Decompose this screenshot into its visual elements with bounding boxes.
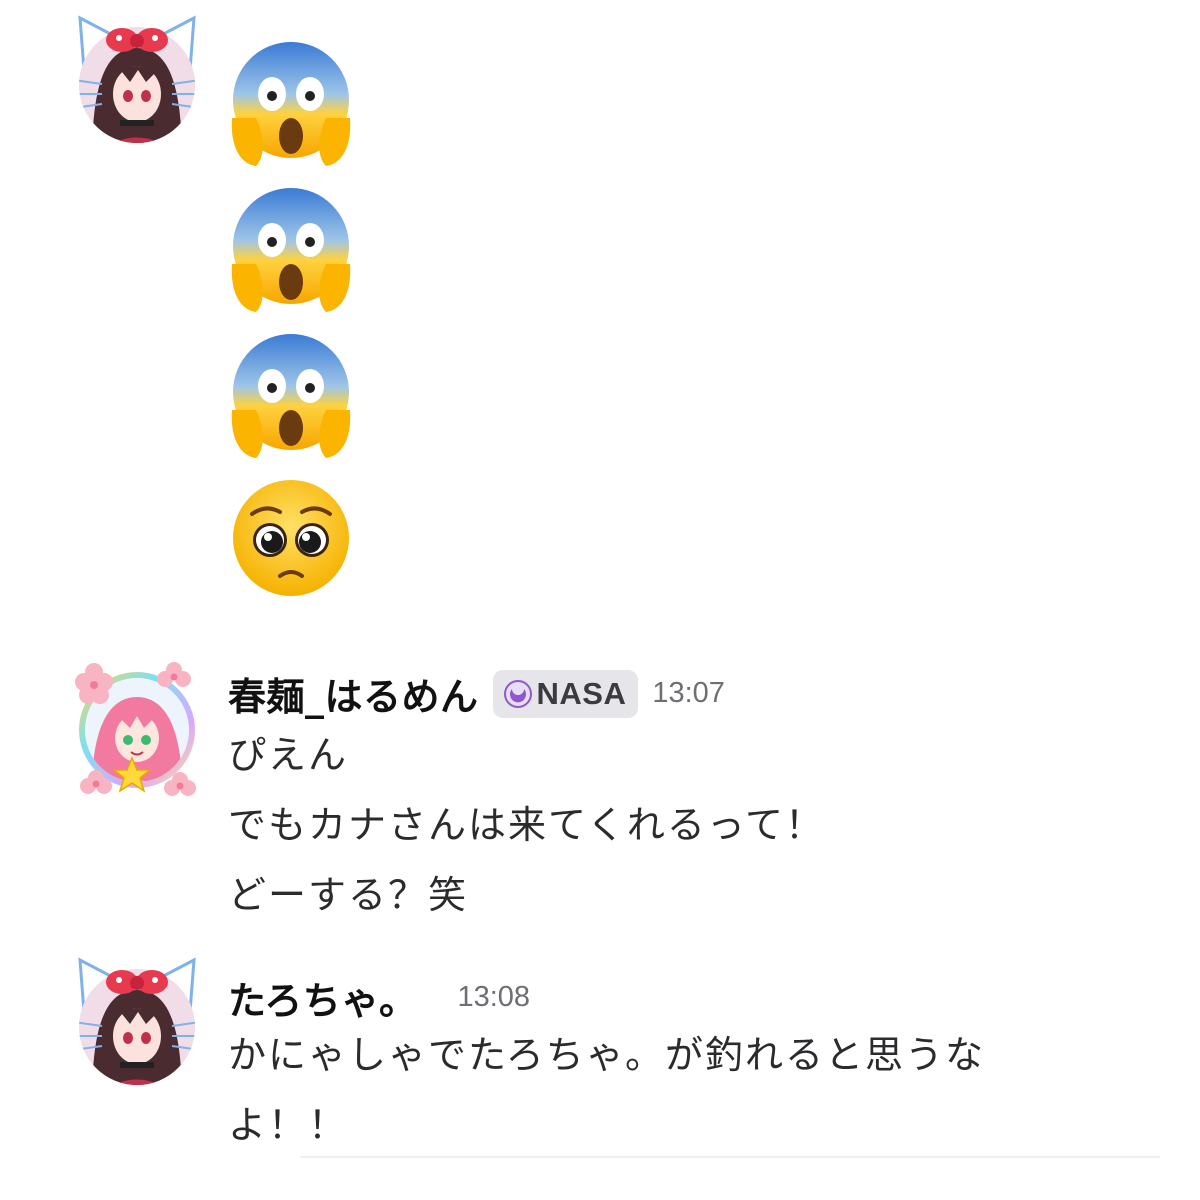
message-line: かにゃしゃでたろちゃ。が釣れると思うな <box>228 1033 985 1077</box>
badge-label: NASA <box>536 675 627 711</box>
timestamp: 13:08 <box>457 981 531 1013</box>
message-line: でもカナさんは来てくれるって！ <box>228 803 825 847</box>
message-line: ぴえん <box>228 733 349 777</box>
moon-icon <box>503 679 532 708</box>
username[interactable]: たろちゃ。 <box>228 970 417 1025</box>
face-screaming-in-fear-icon <box>231 334 351 458</box>
message-header: 春麺_はるめん NASA 13:07 <box>228 666 725 721</box>
avatar[interactable] <box>62 652 212 802</box>
emoji-face-screaming <box>226 38 356 168</box>
emoji-face-screaming <box>226 184 356 314</box>
username[interactable]: 春麺_はるめん <box>228 666 479 721</box>
kitty-ear-girl-avatar <box>78 957 196 1085</box>
message-header: たろちゃ。 13:08 <box>228 970 530 1025</box>
face-screaming-in-fear-icon <box>231 42 351 166</box>
pink-hair-girl-avatar <box>75 662 196 796</box>
timestamp: 13:07 <box>652 677 725 709</box>
emoji-pleading-face <box>226 476 356 606</box>
avatar[interactable] <box>62 952 212 1102</box>
kitty-ear-girl-avatar <box>78 15 196 143</box>
emoji-face-screaming <box>226 330 356 460</box>
message-line: どーする？笑 <box>228 873 469 917</box>
divider <box>300 1156 1160 1158</box>
face-screaming-in-fear-icon <box>231 188 351 312</box>
role-badge[interactable]: NASA <box>492 669 639 718</box>
pleading-face-icon <box>233 480 349 596</box>
message-line: よ！！ <box>228 1103 349 1147</box>
avatar[interactable] <box>62 10 212 160</box>
